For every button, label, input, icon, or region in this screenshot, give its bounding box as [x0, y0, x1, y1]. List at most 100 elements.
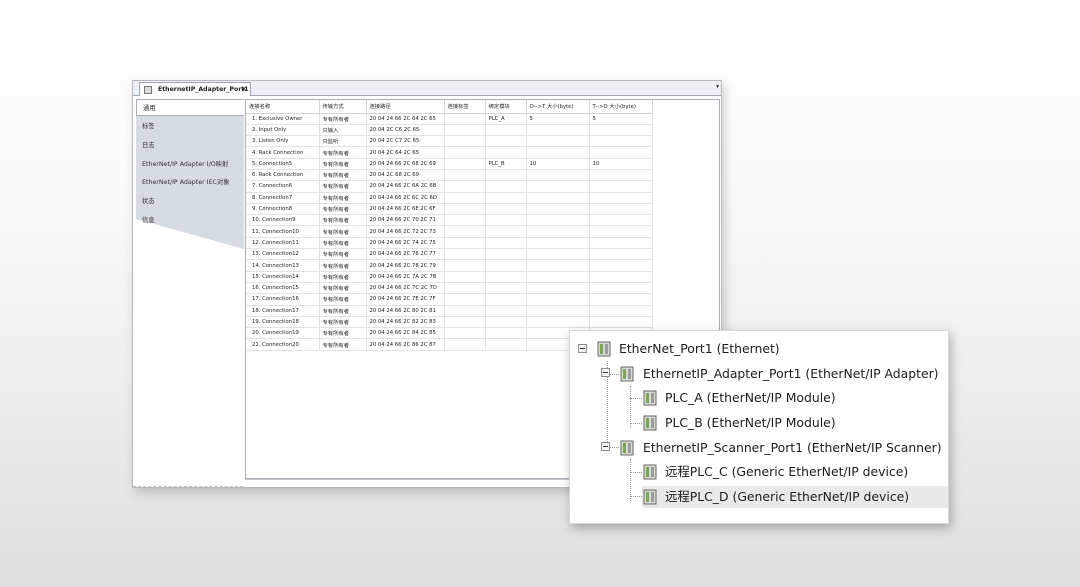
module-icon: [643, 415, 657, 431]
table-cell: 20 04 24 66 2C 7C 2C 7D: [366, 282, 445, 295]
table-cell: [589, 282, 653, 295]
tab-menu-chevron-down-icon[interactable]: ▾: [716, 83, 719, 90]
column-header[interactable]: 连接名称: [246, 100, 320, 114]
tab-ethernetip-adapter[interactable]: EthernetIP_Adapter_Port1 ×: [139, 82, 251, 96]
sidebar-item-tags[interactable]: 标签: [136, 118, 244, 135]
table-cell: 16. Connection15: [246, 282, 320, 295]
table-cell: [485, 248, 527, 261]
table-cell: 专有所有者: [319, 169, 367, 182]
column-header[interactable]: 传输方式: [319, 100, 367, 114]
tree-node-scanner-port1[interactable]: EthernetIP_Scanner_Port1 (EtherNet/IP Sc…: [619, 437, 944, 459]
table-cell: 专有所有者: [319, 248, 367, 261]
table-row[interactable]: 2. Input Only 只输入 20 04 2C C6 2C 65: [246, 124, 653, 137]
sidebar-item-info[interactable]: 信息: [136, 212, 244, 229]
table-cell: [589, 169, 653, 182]
table-cell: [589, 225, 653, 238]
table-row[interactable]: 15. Connection14 专有所有者 20 04 24 66 2C 7A 2…: [246, 271, 653, 283]
sidebar-item-general[interactable]: 通用: [136, 99, 244, 116]
table-cell: PLC_B: [485, 158, 527, 170]
close-icon[interactable]: ×: [241, 83, 247, 96]
table-cell: [485, 192, 527, 204]
table-cell: 20 04 24 66 2C 70 2C 71: [366, 214, 445, 227]
table-row[interactable]: 19. Connection18 专有所有者 20 04 24 66 2C 82 2…: [246, 316, 653, 329]
table-row[interactable]: 8. Connection7 专有所有者 20 04 24 66 2C 6C 2C …: [246, 192, 653, 204]
column-header[interactable]: 绑定模块: [485, 100, 527, 114]
table-row[interactable]: 9. Connection8 专有所有者 20 04 24 66 2C 6E 2C …: [246, 203, 653, 216]
table-row[interactable]: 3. Listen Only 只监听 20 04 2C C7 2C 65: [246, 135, 653, 148]
table-row[interactable]: 18. Connection17 专有所有者 20 04 24 66 2C 80 2…: [246, 305, 653, 317]
table-cell: [485, 225, 527, 238]
table-cell: [485, 305, 527, 317]
table-row[interactable]: 4. Rack Connection 专有所有者 20 04 2C 64 2C 65: [246, 146, 653, 159]
table-row[interactable]: 16. Connection15 专有所有者 20 04 24 66 2C 7C 2…: [246, 282, 653, 295]
table-cell: 专有所有者: [319, 316, 367, 329]
table-row[interactable]: 12. Connection11 专有所有者 20 04 24 66 2C 74 2…: [246, 237, 653, 250]
collapse-expander-icon[interactable]: [601, 442, 610, 451]
tree-node-ethernet-port1[interactable]: EtherNet_Port1 (Ethernet): [596, 338, 796, 360]
module-icon: [643, 489, 657, 505]
sidebar-item-status[interactable]: 状态: [136, 193, 244, 210]
table-cell: 20 04 2C 68 2C 69: [366, 169, 445, 182]
table-cell: 专有所有者: [319, 180, 367, 193]
table-cell: [526, 180, 590, 193]
sidebar-item-log[interactable]: 日志: [136, 137, 244, 154]
status-divider: [133, 486, 243, 489]
table-cell: 20 04 24 66 2C 6C 2C 6D: [366, 192, 445, 204]
table-row[interactable]: 13. Connection12 专有所有者 20 04 24 66 2C 76 2…: [246, 248, 653, 261]
tree-node-label: PLC_A (EtherNet/IP Module): [665, 390, 836, 405]
column-header[interactable]: 连接标签: [444, 100, 486, 114]
table-cell: [589, 135, 653, 148]
table-row[interactable]: 7. Connection6 专有所有者 20 04 24 66 2C 6A 2C …: [246, 180, 653, 193]
table-cell: [526, 248, 590, 261]
table-row[interactable]: 1. Exclusive Owner 专有所有者 20 04 24 66 2C 64…: [246, 113, 653, 125]
table-cell: [526, 271, 590, 283]
table-cell: 7. Connection6: [246, 180, 320, 193]
table-cell: 5: [589, 113, 653, 125]
table-row[interactable]: 6. Rack Connection 专有所有者 20 04 2C 68 2C 69: [246, 169, 653, 182]
table-row[interactable]: 5. Connection5 专有所有者 20 04 24 66 2C 68 2C …: [246, 158, 653, 170]
table-cell: [444, 248, 486, 261]
tree-node-remote-plc-d[interactable]: 远程PLC_D (Generic EtherNet/IP device): [642, 486, 948, 508]
tab-label: EthernetIP_Adapter_Port1: [158, 86, 249, 93]
table-cell: [526, 293, 590, 306]
table-cell: [444, 293, 486, 306]
table-cell: 1. Exclusive Owner: [246, 113, 320, 125]
tree-node-plc-a[interactable]: PLC_A (EtherNet/IP Module): [642, 387, 842, 409]
tree-node-adapter-port1[interactable]: EthernetIP_Adapter_Port1 (EtherNet/IP Ad…: [619, 363, 939, 385]
device-icon: [620, 440, 634, 456]
table-row[interactable]: 10. Connection9 专有所有者 20 04 24 66 2C 70 2C…: [246, 214, 653, 227]
table-cell: [526, 237, 590, 250]
sidebar-item-iec-objects[interactable]: EtherNet/IP Adapter IEC对象: [136, 174, 244, 191]
table-cell: 20 04 2C 64 2C 65: [366, 146, 445, 159]
table-cell: 20 04 24 66 2C 64 2C 65: [366, 113, 445, 125]
tree-node-remote-plc-c[interactable]: 远程PLC_C (Generic EtherNet/IP device): [642, 461, 932, 483]
table-row[interactable]: 11. Connection10 专有所有者 20 04 24 66 2C 72 2…: [246, 225, 653, 238]
table-cell: 10: [526, 158, 590, 170]
collapse-expander-icon[interactable]: [601, 368, 610, 377]
table-cell: 20 04 24 66 2C 78 2C 79: [366, 259, 445, 272]
table-cell: 20 04 24 66 2C 7E 2C 7F: [366, 293, 445, 306]
table-cell: 3. Listen Only: [246, 135, 320, 148]
table-cell: 专有所有者: [319, 327, 367, 340]
table-cell: [444, 135, 486, 148]
table-row[interactable]: 17. Connection16 专有所有者 20 04 24 66 2C 7E 2…: [246, 293, 653, 306]
table-cell: [526, 316, 590, 329]
column-header[interactable]: O-->T 大小(byte): [526, 100, 590, 114]
tree-node-label: PLC_B (EtherNet/IP Module): [665, 415, 836, 430]
collapse-expander-icon[interactable]: [578, 344, 587, 353]
table-cell: 专有所有者: [319, 214, 367, 227]
table-cell: [444, 305, 486, 317]
sidebar-item-io-mapping[interactable]: EtherNet/IP Adapter I/O映射: [136, 156, 244, 173]
column-header[interactable]: 连接路径: [366, 100, 445, 114]
table-row[interactable]: 14. Connection13 专有所有者 20 04 24 66 2C 78 2…: [246, 259, 653, 272]
table-cell: 9. Connection8: [246, 203, 320, 216]
table-cell: 18. Connection17: [246, 305, 320, 317]
table-cell: 10: [589, 158, 653, 170]
table-cell: [485, 214, 527, 227]
column-header[interactable]: T-->O 大小(byte): [589, 100, 653, 114]
table-cell: 20 04 24 66 2C 86 2C 87: [366, 338, 445, 351]
table-cell: [526, 259, 590, 272]
tree-node-plc-b[interactable]: PLC_B (EtherNet/IP Module): [642, 412, 842, 434]
table-cell: [589, 146, 653, 159]
table-cell: [485, 293, 527, 306]
